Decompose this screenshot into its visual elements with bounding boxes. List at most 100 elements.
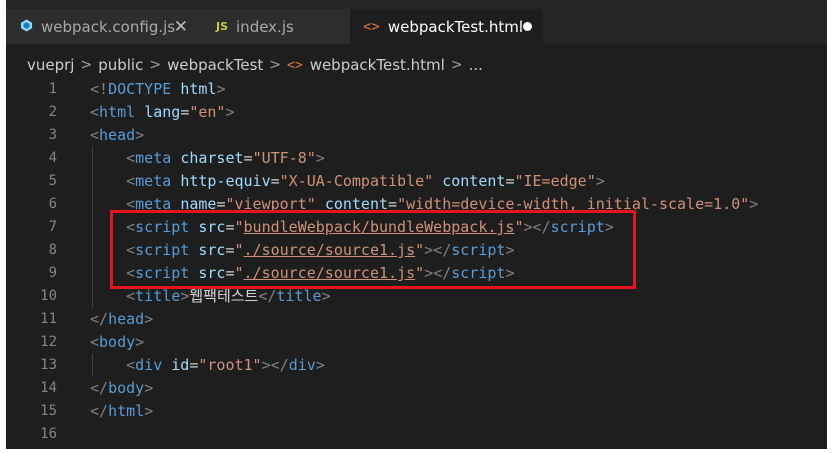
code-token: </ [433,241,452,259]
webpack-icon [20,18,33,36]
code-token: < [90,333,100,351]
chevron-right-icon: > [450,57,463,73]
code-token: < [90,126,100,144]
tab-index-js[interactable]: JS index.js [200,9,350,44]
code-token: > [180,287,190,305]
code-line[interactable]: 10 <title>웹팩테스트</title> [6,285,827,308]
code-token: charset [180,149,244,167]
code-line[interactable]: 9 <script src="./source/source1.js"></sc… [6,262,827,285]
code-token: src [198,264,226,282]
code-line[interactable]: 12 <body> [6,331,827,354]
code-token: src [198,218,226,236]
tab-label: index.js [236,17,294,36]
code-token: html [99,103,136,121]
code-token: < [90,103,100,121]
code-token: content [442,172,506,190]
code-text: <meta http-equiv="X-UA-Compatible" conte… [90,170,605,193]
code-text: <head> [90,124,144,147]
code-token: meta [135,149,172,167]
code-token: "en" [189,103,226,121]
code-line[interactable]: 2 <html lang="en"> [6,101,827,124]
code-token: > [505,264,515,282]
code-token: " [415,241,425,259]
html-icon: <> [287,57,303,73]
breadcrumb-item-symbols[interactable]: ... [469,56,483,74]
code-text: <script src="./source/source1.js"></scri… [90,239,514,262]
js-icon: JS [216,20,229,33]
code-line[interactable]: 1 <!DOCTYPE html> [6,78,827,101]
code-token: = [225,264,235,282]
code-token: "IE=edge" [514,172,596,190]
tab-bar: webpack.config.js ✕ JS index.js <> webpa… [6,0,827,44]
code-token: = [225,241,235,259]
line-number: 3 [48,127,57,143]
code-token: > [261,356,271,374]
code-text: <!DOCTYPE html> [90,78,225,101]
code-line[interactable]: 11 </head> [6,308,827,331]
code-token: meta [135,172,172,190]
line-number: 2 [48,104,57,120]
code-token: > [135,126,145,144]
code-token: div [135,356,163,374]
code-token: </ [532,218,551,236]
breadcrumb: vueprj > public > webpackTest > <> webpa… [6,54,483,76]
breadcrumb-item-vueprj[interactable]: vueprj [27,56,74,74]
code-token: > [225,103,235,121]
code-text: </head> [90,308,153,331]
code-text: <html lang="en"> [90,101,235,124]
code-line[interactable]: 6 <meta name="viewport" content="width=d… [6,193,827,216]
code-line[interactable]: 8 <script src="./source/source1.js"></sc… [6,239,827,262]
tab-webpack-config[interactable]: webpack.config.js ✕ [6,9,200,44]
code-token: " [234,264,244,282]
tab-webpacktest-html[interactable]: <> webpackTest.html [350,9,543,44]
code-token: head [99,126,136,144]
code-token: < [126,218,136,236]
close-icon[interactable]: ✕ [174,17,188,37]
chevron-right-icon: > [149,57,162,73]
code-token: < [126,264,136,282]
code-token: </ [90,402,109,420]
code-line[interactable]: 3 <head> [6,124,827,147]
code-token: content [324,195,389,213]
unsaved-dot-icon[interactable] [523,22,532,31]
code-line[interactable]: 4 <meta charset="UTF-8"> [6,147,827,170]
line-number: 15 [40,403,57,419]
code-text: <meta name="viewport" content="width=dev… [90,193,758,216]
code-line[interactable]: 7 <script src="bundleWebpack/bundleWebpa… [6,216,827,239]
code-token: > [749,195,759,213]
code-token: name [180,195,217,213]
code-token: < [126,287,136,305]
code-token: > [321,287,331,305]
code-token: < [126,172,136,190]
code-line[interactable]: 13 <div id="root1"></div> [6,354,827,377]
breadcrumb-item-file[interactable]: webpackTest.html [310,56,445,74]
breadcrumb-item-webpacktest[interactable]: webpackTest [167,56,263,74]
code-line[interactable]: 14 </body> [6,377,827,400]
code-token: script [135,241,190,259]
code-text: <body> [90,331,144,354]
code-token: > [505,241,515,259]
code-line[interactable]: 16 [6,423,827,446]
html-icon: <> [363,18,380,35]
code-line[interactable]: 15 </html> [6,400,827,423]
code-text: <title>웹팩테스트</title> [90,285,331,308]
chevron-right-icon: > [269,57,282,73]
code-token: html [180,80,217,98]
code-line[interactable]: 5 <meta http-equiv="X-UA-Compatible" con… [6,170,827,193]
code-token: > [216,80,226,98]
line-number: 4 [48,150,57,166]
breadcrumb-item-public[interactable]: public [98,56,143,74]
line-number: 16 [40,426,57,442]
code-token: div [288,356,316,374]
line-number: 13 [40,357,57,373]
